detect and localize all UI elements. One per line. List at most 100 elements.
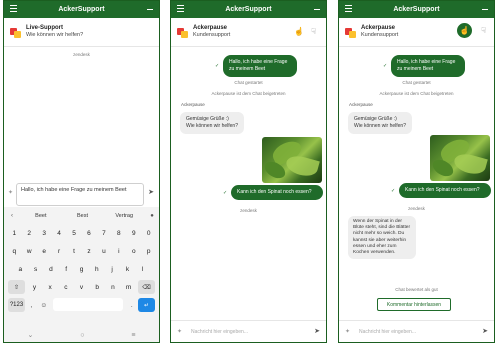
message-composer: ✦ Hallo, ich habe eine Frage zu meinem B… [8,183,155,206]
key[interactable]: e [38,244,51,258]
minimize-icon[interactable] [314,9,320,10]
key[interactable]: s [29,262,42,276]
key[interactable]: 6 [83,226,96,240]
key[interactable]: p [142,244,155,258]
minimize-icon[interactable] [147,9,153,10]
key[interactable]: o [128,244,141,258]
app-title: AckerSupport [58,6,105,13]
app-title: AckerSupport [225,6,272,13]
space-key[interactable] [53,298,123,311]
key[interactable]: z [83,244,96,258]
spinach-photo[interactable] [262,137,322,183]
brand-logo-icon [177,27,188,38]
thumbs-up-icon[interactable]: ☝ [294,27,304,36]
key[interactable]: a [14,262,27,276]
chat-header: Live-Support Wie können wir helfen? [4,18,159,47]
send-icon[interactable]: ➤ [147,189,155,197]
key[interactable]: 3 [38,226,51,240]
message-input-bar: ✦ Nachricht hier eingeben... ➤ [339,320,494,342]
key-row-4: ?123 , ☺ . ↵ [8,298,155,314]
suggestion-bar: ‹ Beet Best Vertrag ● [4,207,159,224]
key[interactable]: j [106,262,119,276]
spinach-photo[interactable] [430,135,490,181]
key[interactable]: m [122,280,135,294]
key[interactable]: b [91,280,104,294]
key[interactable]: 0 [142,226,155,240]
nav-home-icon[interactable]: ○ [80,332,84,339]
header-name: Ackerpause [361,25,396,32]
message-input[interactable]: Hallo, ich habe eine Frage zu meinem Bee… [16,183,144,206]
send-icon[interactable]: ➤ [481,328,489,336]
shift-key-icon[interactable]: ⇧ [8,280,25,294]
message-input[interactable]: Nachricht hier eingeben... [191,329,313,335]
key[interactable]: n [107,280,120,294]
nav-recents-icon[interactable]: ≡ [131,332,135,339]
message-input[interactable]: Nachricht hier eingeben... [359,329,481,335]
chevron-left-icon[interactable]: ‹ [4,213,20,219]
thumbs-up-icon[interactable]: ☝ [457,23,472,38]
emoji-icon[interactable]: ☺ [38,298,51,312]
period-key[interactable]: . [126,298,139,312]
user-message: Hallo, ich habe eine Frage zu meinem Bee… [223,55,297,77]
key[interactable]: 4 [53,226,66,240]
key[interactable]: 9 [128,226,141,240]
hamburger-icon[interactable] [10,5,17,13]
key[interactable]: c [60,280,73,294]
comma-key[interactable]: , [25,298,38,312]
nav-back-icon[interactable]: ⌄ [27,331,33,339]
key[interactable]: l [137,262,150,276]
brand-logo-icon [345,27,356,38]
check-icon: ✓ [383,63,388,69]
key[interactable]: u [98,244,111,258]
hamburger-icon[interactable] [177,5,184,13]
system-nav-bar: ⌄ ○ ≡ [4,328,159,342]
suggestion-3[interactable]: Vertrag [103,213,145,219]
thumbs-down-icon[interactable]: ☟ [481,26,486,35]
key[interactable]: 1 [8,226,21,240]
user-question: Kann ich den Spinat noch essen? [231,185,323,200]
key[interactable]: f [60,262,73,276]
microphone-icon[interactable]: ● [145,213,159,219]
key[interactable]: v [75,280,88,294]
key[interactable]: d [45,262,58,276]
key[interactable]: r [53,244,66,258]
screen-live-support: AckerSupport Live-Support Wie können wir… [3,0,160,343]
send-icon[interactable]: ➤ [313,328,321,336]
key[interactable]: 8 [113,226,126,240]
paperclip-icon[interactable]: ✦ [177,328,185,335]
enter-key-icon[interactable]: ↵ [138,298,155,312]
key[interactable]: t [68,244,81,258]
key-row-3: ⇧ y x c v b n m ⌫ [8,280,155,296]
key[interactable]: y [28,280,41,294]
agent-message: Gemüsige Grüße :) Wie können wir helfen? [348,112,412,134]
key[interactable]: 5 [68,226,81,240]
user-message: Hallo, ich habe eine Frage zu meinem Bee… [391,55,465,77]
key-row-1: q w e r t z u i o p [8,244,155,260]
symbols-key[interactable]: ?123 [8,298,25,312]
paperclip-icon[interactable]: ✦ [345,328,353,335]
key[interactable]: 7 [98,226,111,240]
key[interactable]: x [44,280,57,294]
key[interactable]: q [8,244,21,258]
leave-comment-button[interactable]: Kommentar hinterlassen [377,298,451,311]
paperclip-icon[interactable]: ✦ [8,189,16,196]
thumbs-down-icon[interactable]: ☟ [309,27,318,36]
suggestion-1[interactable]: Beet [20,213,62,219]
message-input-bar: ✦ Nachricht hier eingeben... ➤ [171,320,326,342]
zendesk-brand: zendesk [73,52,90,57]
screen-chat-answer: AckerSupport Ackerpause Kundensupport ☝ … [338,0,495,343]
minimize-icon[interactable] [482,9,488,10]
zendesk-brand: zendesk [408,206,425,211]
key[interactable]: i [113,244,126,258]
key-row-numbers: 1 2 3 4 5 6 7 8 9 0 [8,226,155,242]
check-icon: ✓ [215,63,220,69]
key[interactable]: g [75,262,88,276]
hamburger-icon[interactable] [345,5,352,13]
app-title: AckerSupport [393,6,440,13]
key[interactable]: w [23,244,36,258]
suggestion-2[interactable]: Best [62,213,104,219]
backspace-key-icon[interactable]: ⌫ [138,280,155,294]
key[interactable]: 2 [23,226,36,240]
key[interactable]: h [91,262,104,276]
key[interactable]: k [121,262,134,276]
